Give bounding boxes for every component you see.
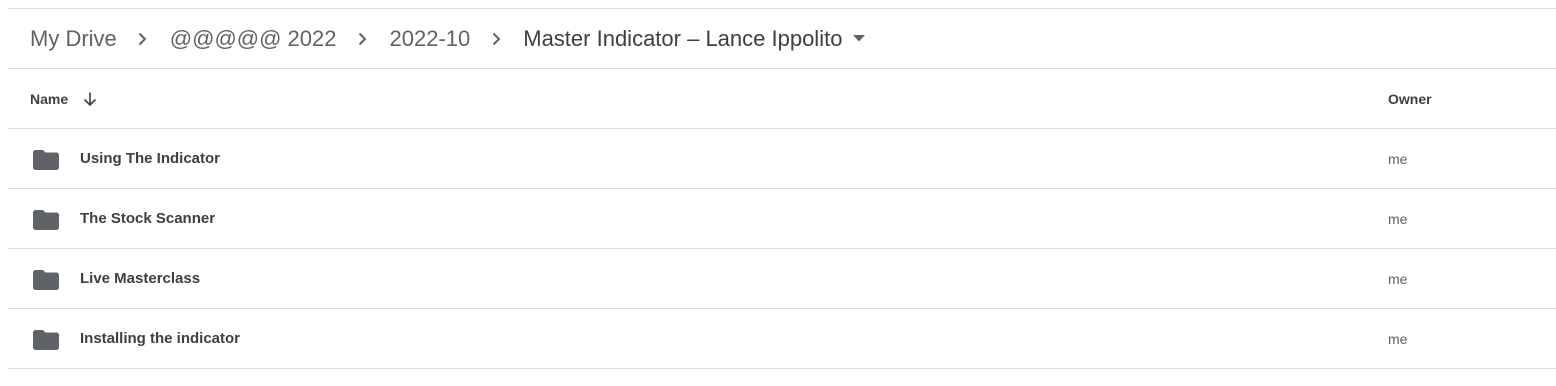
breadcrumb-current-folder: Master Indicator – Lance Ippolito: [523, 25, 843, 51]
owner-column-header[interactable]: Owner: [1388, 91, 1432, 107]
table-row[interactable]: Live Masterclass me: [8, 249, 1556, 309]
breadcrumb-item-2022-10[interactable]: 2022-10: [390, 25, 471, 53]
file-name: Using The Indicator: [80, 150, 221, 167]
file-owner: me: [1388, 210, 1408, 227]
breadcrumb-item-folder-2022[interactable]: @@@@@ 2022: [170, 25, 337, 53]
file-owner: me: [1388, 330, 1408, 347]
breadcrumb-item-my-drive[interactable]: My Drive: [30, 25, 117, 53]
file-name: Live Masterclass: [80, 270, 201, 287]
table-row[interactable]: The Stock Scanner me: [8, 189, 1556, 249]
table-row[interactable]: Using The Indicator me: [8, 129, 1556, 189]
chevron-right-icon: [356, 32, 370, 46]
caret-down-icon: [853, 35, 866, 43]
file-name: The Stock Scanner: [80, 210, 216, 227]
file-owner: me: [1388, 150, 1408, 167]
table-header: Name Owner: [8, 69, 1556, 129]
folder-icon: [33, 150, 59, 170]
file-name: Installing the indicator: [80, 330, 241, 347]
folder-icon: [33, 270, 59, 290]
table-row[interactable]: Installing the indicator me: [8, 309, 1556, 369]
breadcrumb: My Drive @@@@@ 2022 2022-10 Master Indic…: [8, 9, 1556, 69]
file-owner: me: [1388, 270, 1408, 287]
drive-file-browser: My Drive @@@@@ 2022 2022-10 Master Indic…: [8, 8, 1556, 371]
current-folder-menu[interactable]: Master Indicator – Lance Ippolito: [523, 25, 866, 53]
chevron-right-icon: [136, 32, 150, 46]
name-column-label: Name: [30, 90, 69, 107]
folder-icon: [33, 210, 59, 230]
folder-icon: [33, 330, 59, 350]
chevron-right-icon: [489, 32, 503, 46]
arrow-down-icon: [82, 91, 98, 107]
name-column-header[interactable]: Name: [30, 91, 98, 107]
